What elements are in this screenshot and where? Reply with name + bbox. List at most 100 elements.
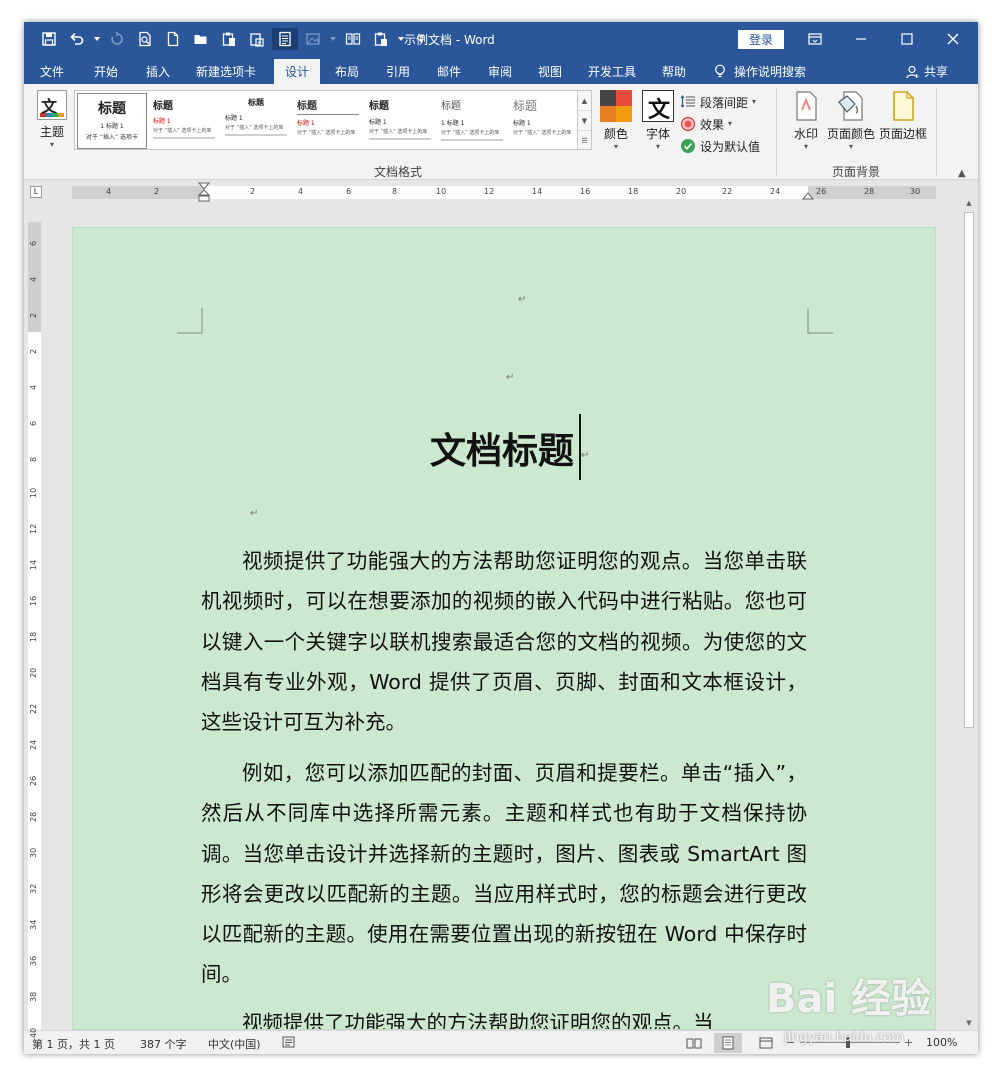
vertical-scrollbar[interactable]: ▲ ▼ [960, 194, 978, 1030]
paste-icon[interactable] [216, 28, 242, 50]
tell-me-search[interactable]: 操作说明搜索 [714, 63, 806, 80]
effects-label: 效果 [700, 117, 725, 132]
gallery-scroll[interactable]: ▲ ▼ ☰ [577, 90, 592, 150]
ruler-tick: 10 [436, 187, 447, 196]
body-paragraph[interactable]: 视频提供了功能强大的方法帮助您证明您的观点。当 [201, 1003, 807, 1029]
themes-button[interactable]: 文 主题 ▾ [34, 90, 70, 150]
zoom-level[interactable]: 100% [926, 1036, 957, 1049]
style-set-item[interactable]: 标题 标题 1 对于 “插入” 选项卡上的库 [509, 93, 579, 149]
undo-icon[interactable] [64, 28, 90, 50]
first-line-indent-marker[interactable] [198, 182, 210, 202]
horizontal-ruler[interactable]: 4 2 2 4 6 8 10 12 14 16 18 20 22 24 26 2… [72, 182, 936, 202]
fonts-button[interactable]: 文 字体 ▾ [640, 90, 676, 152]
gallery-down-icon[interactable]: ▼ [578, 111, 591, 131]
open-icon[interactable] [188, 28, 214, 50]
style-set-gallery: 标题 1 标题 1 对于 “插入” 选项卡 标题 标题 1 对于 “插入” 选项… [74, 90, 592, 150]
scroll-thumb[interactable] [964, 212, 974, 728]
print-layout-view-icon[interactable] [714, 1033, 742, 1053]
set-as-default-label: 设为默认值 [700, 139, 761, 154]
tab-home[interactable]: 开始 [84, 59, 128, 84]
language-indicator[interactable]: 中文(中国) [208, 1036, 261, 1052]
save-icon[interactable] [36, 28, 62, 50]
redo-icon[interactable] [104, 28, 130, 50]
checkmark-icon [681, 139, 695, 153]
minimize-icon[interactable] [838, 22, 884, 56]
gallery-more-icon[interactable]: ☰ [578, 131, 591, 151]
style-set-item[interactable]: 标题 标题 1 对于 “插入” 选项卡上的库 [149, 93, 219, 149]
document-title[interactable]: 文档标题 [430, 422, 574, 474]
ruler-tick: 8 [29, 456, 38, 462]
tab-file[interactable]: 文件 [30, 59, 74, 84]
body-paragraph[interactable]: 视频提供了功能强大的方法帮助您证明您的观点。当您单击联机视频时，可以在想要添加的… [201, 541, 807, 742]
collapse-ribbon-icon[interactable]: ▲ [958, 168, 966, 179]
ruler-tick: 18 [29, 631, 38, 642]
text-cursor [579, 414, 581, 480]
image-icon[interactable] [300, 28, 326, 50]
tab-insert[interactable]: 插入 [136, 59, 180, 84]
ruler-tick: 6 [29, 420, 38, 426]
colors-dropdown-icon: ▾ [613, 142, 618, 151]
tab-help[interactable]: 帮助 [652, 59, 696, 84]
login-button[interactable]: 登录 [738, 30, 784, 49]
gallery-up-icon[interactable]: ▲ [578, 91, 591, 111]
zoom-in-icon[interactable]: + [904, 1036, 913, 1049]
close-icon[interactable] [930, 22, 976, 56]
tab-stop-selector[interactable]: L [30, 186, 42, 198]
word-count[interactable]: 387 个字 [140, 1036, 187, 1052]
page-color-button[interactable]: 页面颜色 ▾ [826, 90, 876, 152]
themes-label: 主题 [39, 125, 64, 139]
tab-design[interactable]: 设计 [274, 59, 320, 84]
tab-review[interactable]: 审阅 [478, 59, 522, 84]
tab-developer[interactable]: 开发工具 [580, 59, 644, 84]
ribbon-display-icon[interactable] [792, 22, 838, 56]
ribbon-tabs: 文件 开始 插入 新建选项卡 设计 布局 引用 邮件 审阅 视图 开发工具 帮助… [24, 56, 978, 84]
tab-references[interactable]: 引用 [376, 59, 420, 84]
tab-view[interactable]: 视图 [528, 59, 572, 84]
set-as-default-button[interactable]: 设为默认值 [680, 136, 760, 156]
ruler-tick: 4 [298, 187, 304, 196]
read-mode-view-icon[interactable] [680, 1033, 708, 1053]
macro-recording-icon[interactable] [282, 1035, 296, 1052]
read-mode-icon[interactable] [272, 28, 298, 50]
ruler-text-area [204, 186, 808, 199]
image-dropdown-icon[interactable] [328, 28, 338, 50]
ruler-tick: 26 [816, 187, 827, 196]
share-label: 共享 [924, 65, 949, 79]
clipboard-icon[interactable] [368, 28, 394, 50]
paragraph-spacing-button[interactable]: 段落间距 ▾ [680, 92, 756, 112]
print-preview-icon[interactable] [132, 28, 158, 50]
web-layout-view-icon[interactable] [752, 1033, 780, 1053]
side-by-side-icon[interactable] [340, 28, 366, 50]
style-set-item[interactable]: 标题 1 标题 1 对于 “插入” 选项卡 [77, 93, 147, 149]
crop-mark [177, 308, 203, 334]
style-set-item[interactable]: 标题 1 标题 1 对于 “插入” 选项卡上的库 [437, 93, 507, 149]
ruler-tick: 30 [910, 187, 921, 196]
paste-special-icon[interactable] [244, 28, 270, 50]
document-page[interactable]: ↵ ↵ 文档标题 ↵ ↵ 视频提供了功能强大的方法帮助您证明您的观点。当您单击联… [72, 227, 936, 1030]
crop-mark [807, 308, 833, 334]
style-set-item[interactable]: 标题 标题 1 对于 “插入” 选项卡上的库 [365, 93, 435, 149]
page-borders-button[interactable]: 页面边框 [878, 90, 928, 142]
watermark-label: 水印 [793, 127, 818, 141]
ruler-tick: 10 [29, 487, 38, 498]
page-borders-label: 页面边框 [878, 127, 927, 141]
new-document-icon[interactable] [160, 28, 186, 50]
page-count[interactable]: 第 1 页，共 1 页 [32, 1036, 115, 1052]
tab-mailings[interactable]: 邮件 [427, 59, 471, 84]
document-format-group-label: 文档格式 [374, 165, 423, 179]
scroll-down-icon[interactable]: ▼ [964, 1018, 974, 1028]
share-button[interactable]: 共享 [906, 63, 948, 80]
watermark-button[interactable]: 水印 ▾ [788, 90, 824, 152]
undo-dropdown-icon[interactable] [92, 28, 102, 50]
tab-new-tab[interactable]: 新建选项卡 [188, 59, 264, 84]
tab-layout[interactable]: 布局 [325, 59, 369, 84]
style-set-item[interactable]: 标题 标题 1 对于 “插入” 选项卡上的库 [221, 93, 291, 149]
style-set-item[interactable]: 标题 标题 1 对于 “插入” 选项卡上的库 [293, 93, 363, 149]
scroll-up-icon[interactable]: ▲ [964, 198, 974, 208]
effects-button[interactable]: 效果 ▾ [680, 114, 732, 134]
maximize-icon[interactable] [884, 22, 930, 56]
ruler-tick: 34 [29, 919, 38, 930]
colors-button[interactable]: 颜色 ▾ [598, 90, 634, 152]
body-paragraph[interactable]: 例如，您可以添加匹配的封面、页眉和提要栏。单击“插入”，然后从不同库中选择所需元… [201, 753, 807, 995]
right-indent-marker[interactable] [802, 190, 814, 200]
